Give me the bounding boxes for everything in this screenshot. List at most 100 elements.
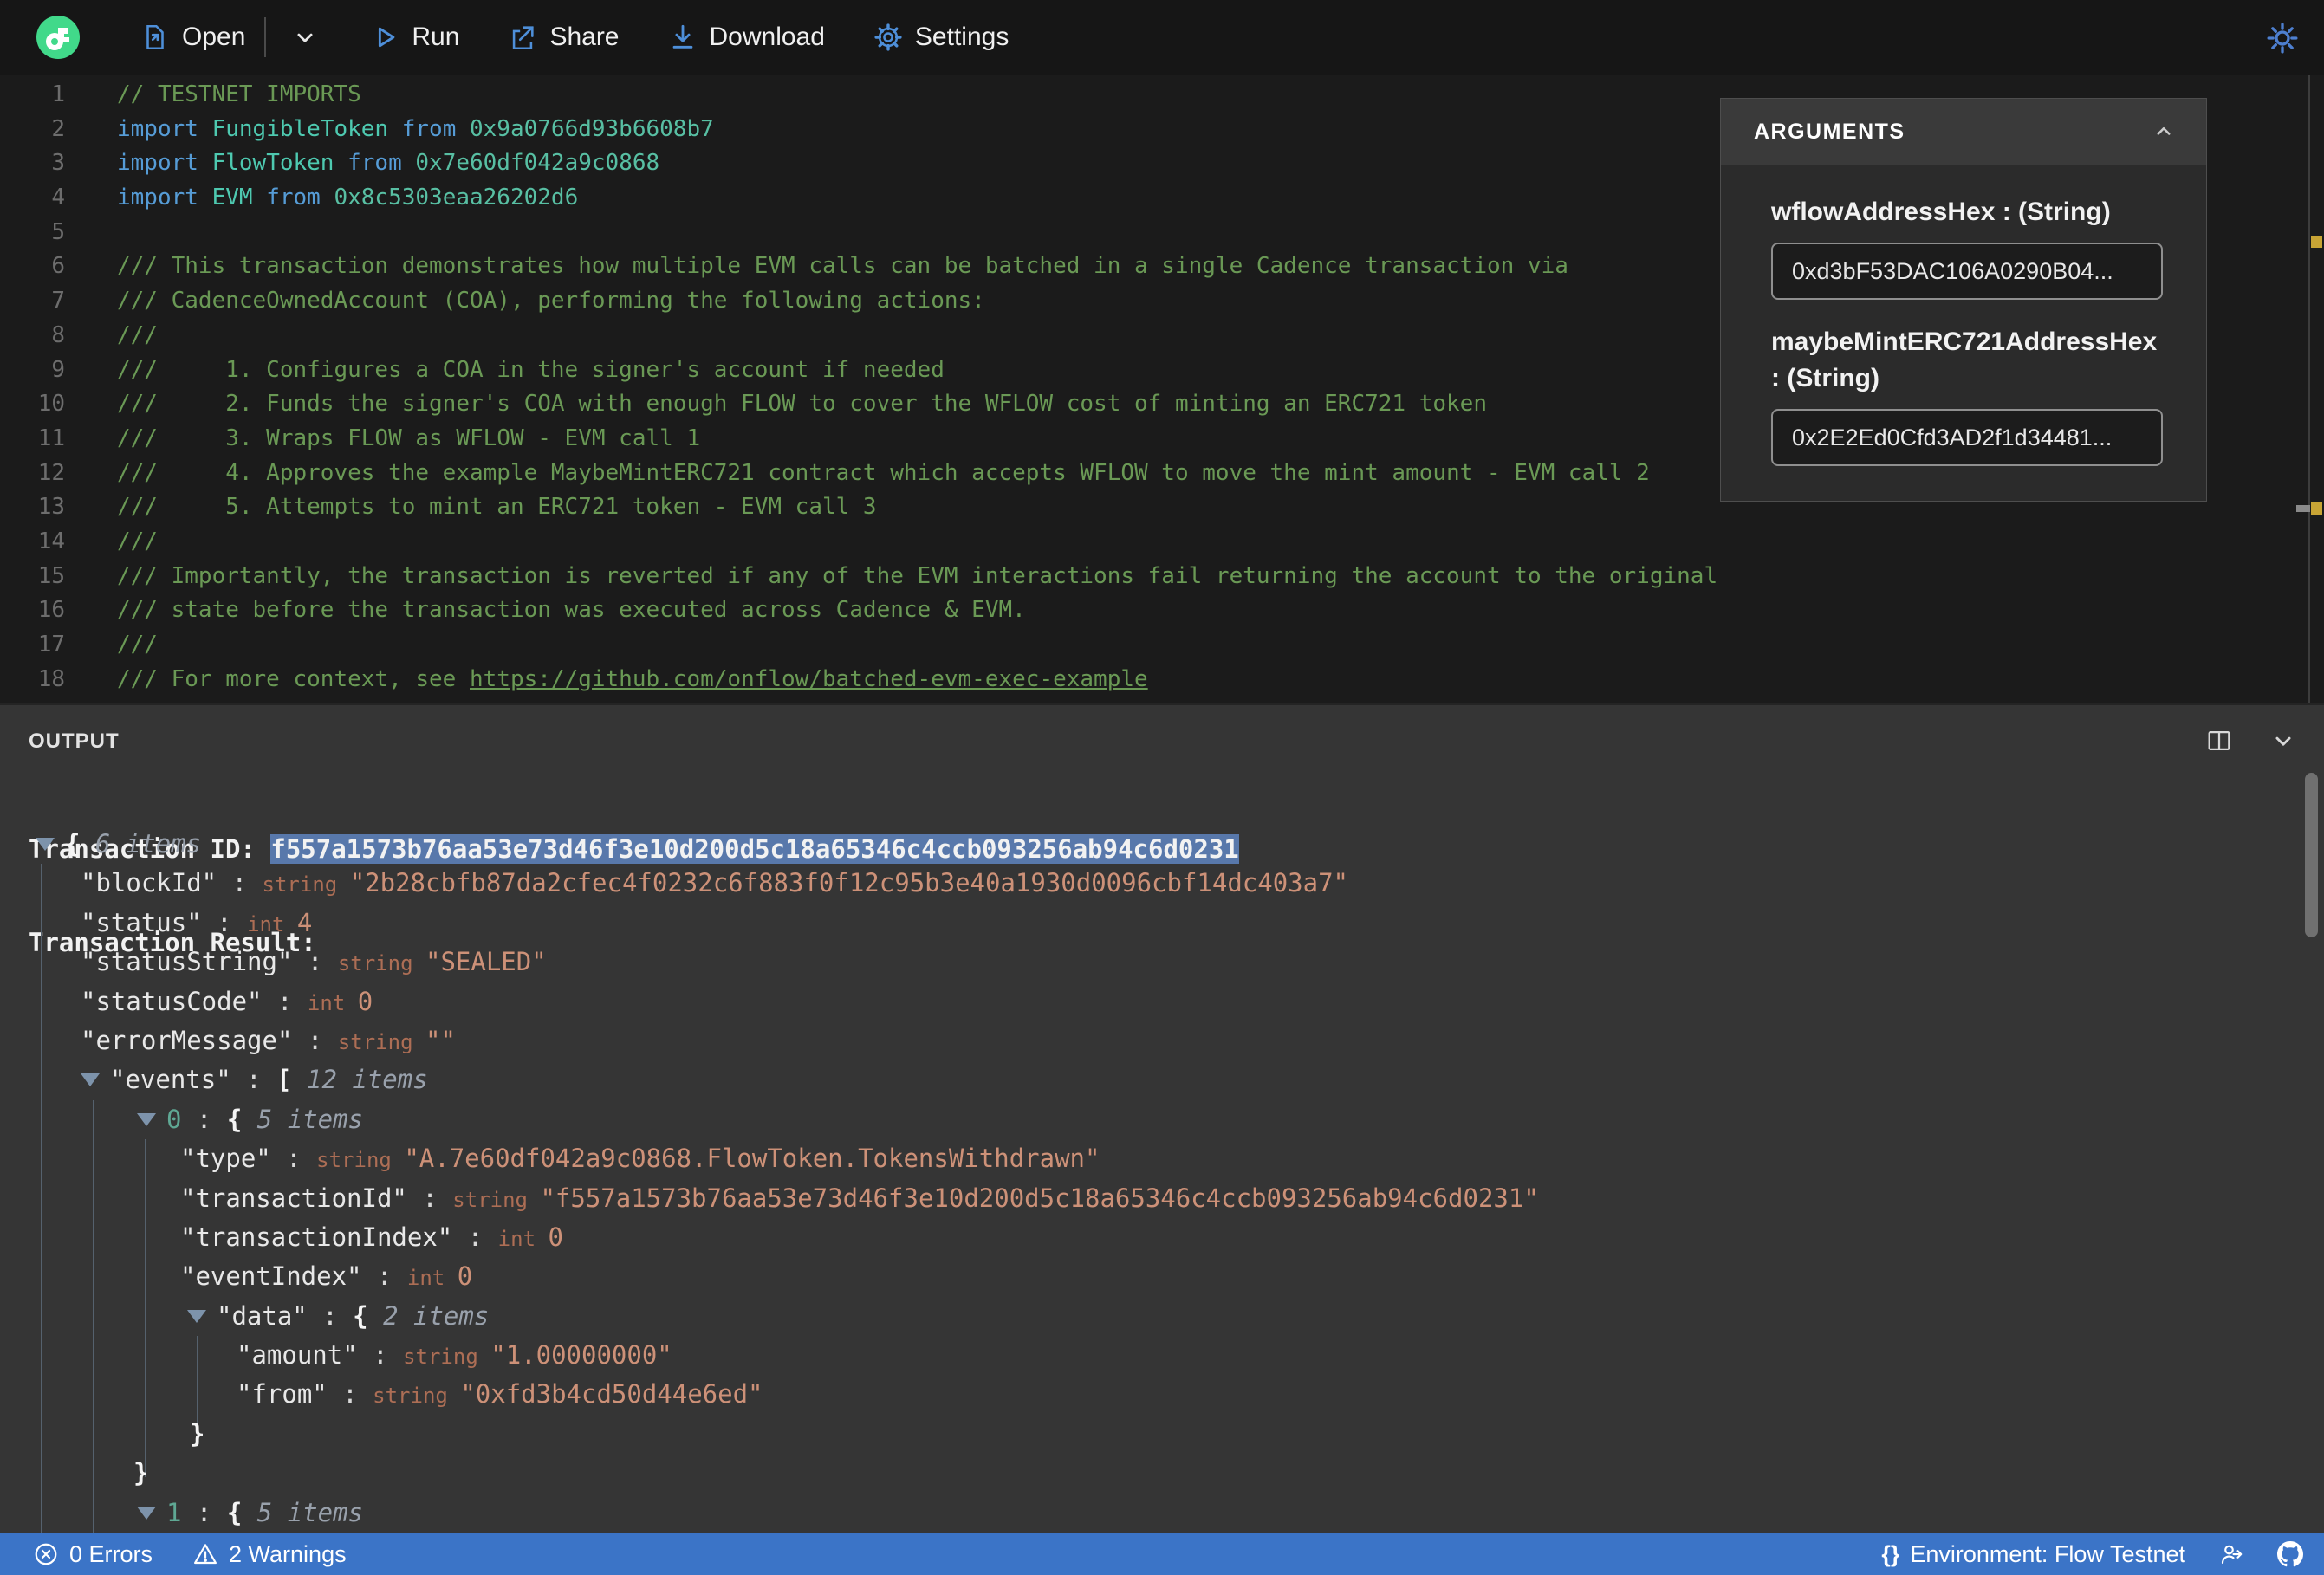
output-scrollbar-thumb[interactable] xyxy=(2305,773,2318,937)
json-key: "errorMessage" xyxy=(81,1025,293,1055)
code-token: import xyxy=(117,150,212,177)
collapse-output-chevron-icon[interactable] xyxy=(2269,726,2298,755)
json-type-label: string xyxy=(337,1029,425,1054)
code-line: 15 /// Importantly, the transaction is re… xyxy=(0,560,2305,594)
line-number: 7 xyxy=(51,288,65,314)
status-bar: 0 Errors 2 Warnings {} Environment: Flow… xyxy=(0,1533,2324,1575)
code-link[interactable]: https://github.com/onflow/batched-evm-ex… xyxy=(470,666,1148,692)
argument-input-wflowAddressHex[interactable] xyxy=(1771,243,2163,300)
errors-status[interactable]: 0 Errors xyxy=(33,1541,153,1568)
share-button[interactable]: Share xyxy=(508,23,620,52)
output-panel: OUTPUT Transaction ID: f557a1573b76aa53e… xyxy=(0,703,2324,1533)
json-brace: [ xyxy=(276,1065,307,1095)
download-icon xyxy=(672,24,692,49)
json-type-label: int xyxy=(247,911,297,937)
json-value: "0xfd3b4cd50d44e6ed" xyxy=(460,1379,763,1410)
json-value: 0 xyxy=(357,986,373,1016)
line-number: 1 xyxy=(51,81,65,107)
json-value: 0 xyxy=(457,1261,473,1292)
toolbar: Open Run Share Download Settings xyxy=(0,0,2324,75)
line-number: 18 xyxy=(37,665,65,692)
open-button[interactable]: Open xyxy=(140,23,245,52)
run-button[interactable]: Run xyxy=(370,23,459,52)
expand-toggle-icon[interactable] xyxy=(137,1112,156,1126)
theme-toggle-sun-icon[interactable] xyxy=(2265,21,2300,55)
line-number: 3 xyxy=(51,150,65,177)
expand-toggle-icon[interactable] xyxy=(187,1309,206,1323)
open-menu-chevron[interactable] xyxy=(275,23,335,52)
environment-status[interactable]: {} Environment: Flow Testnet xyxy=(1881,1541,2185,1568)
flow-logo[interactable] xyxy=(36,16,80,59)
json-key: "transactionIndex" xyxy=(180,1222,453,1252)
json-value: "" xyxy=(425,1025,456,1055)
tree-row: "events" : [ 12 items xyxy=(0,1060,2288,1099)
items-count: 2 items xyxy=(383,1300,490,1331)
flow-playground-window: Open Run Share Download Settings 1 // TE… xyxy=(0,0,2324,1575)
tree-row: "status" : int 4 xyxy=(0,904,2288,943)
warning-marker xyxy=(2311,236,2322,248)
warnings-label: 2 Warnings xyxy=(229,1540,347,1567)
json-type-label: int xyxy=(307,990,358,1015)
json-punct: : xyxy=(307,1300,354,1331)
items-count: 12 items xyxy=(307,1065,428,1095)
share-label: Share xyxy=(549,23,620,51)
result-json-tree: { 6 items "blockId" : string "2b28cbfb87d… xyxy=(0,825,2288,1533)
json-type-label: string xyxy=(403,1345,491,1370)
tree-row: "blockId" : string "2b28cbfb87da2cfec4f0… xyxy=(0,864,2288,903)
line-number: 2 xyxy=(51,115,65,142)
json-key: "statusString" xyxy=(81,947,293,977)
tree-row: "from" : string "0xfd3b4cd50d44e6ed" xyxy=(0,1375,2288,1414)
code-line: 16 /// state before the transaction was e… xyxy=(0,593,2305,628)
download-label: Download xyxy=(709,23,825,51)
json-value: "2b28cbfb87da2cfec4f0232c6f883f0f12c95b3… xyxy=(349,868,1349,898)
argument-input-maybeMintERC721AddressHex[interactable] xyxy=(1771,409,2163,466)
arguments-panel-header[interactable]: ARGUMENTS xyxy=(1721,99,2206,165)
code-token: 0x9a0766d93b6608b7 xyxy=(470,115,714,142)
code-token: 0x7e60df042a9c0868 xyxy=(415,150,660,177)
feedback-person-icon[interactable] xyxy=(2218,1541,2244,1567)
line-number: 6 xyxy=(51,253,65,280)
open-label: Open xyxy=(182,23,246,51)
share-icon xyxy=(513,26,535,50)
json-key: "amount" xyxy=(237,1340,358,1371)
warnings-status[interactable]: 2 Warnings xyxy=(192,1541,347,1568)
json-value: 4 xyxy=(296,907,313,937)
json-punct: : xyxy=(292,947,338,977)
json-punct: : xyxy=(270,1144,317,1174)
github-icon[interactable] xyxy=(2277,1541,2303,1567)
code-token: /// For more context, see xyxy=(117,665,470,692)
tree-row: "statusCode" : int 0 xyxy=(0,982,2288,1021)
expand-toggle-icon[interactable] xyxy=(81,1073,100,1087)
chevron-up-icon[interactable] xyxy=(2151,119,2177,145)
expand-toggle-icon[interactable] xyxy=(36,838,55,851)
tree-row: "type" : string "A.7e60df042a9c0868.Flow… xyxy=(0,1139,2288,1178)
expand-toggle-icon[interactable] xyxy=(137,1506,156,1520)
download-button[interactable]: Download xyxy=(668,23,825,52)
code-token: /// CadenceOwnedAccount (COA), performin… xyxy=(117,288,985,314)
code-token: 0x8c5303eaa26202d6 xyxy=(334,185,579,211)
json-punct: : xyxy=(217,868,263,898)
argument-label: maybeMintERC721AddressHex : (String) xyxy=(1771,327,2158,392)
line-number: 11 xyxy=(37,425,65,451)
json-punct: : xyxy=(357,1340,404,1371)
json-punct: : xyxy=(201,907,248,937)
code-token: FungibleToken xyxy=(211,115,389,142)
settings-button[interactable]: Settings xyxy=(873,23,1009,52)
warning-marker xyxy=(2311,502,2322,515)
tree-row: "transactionId" : string "f557a1573b76aa… xyxy=(0,1179,2288,1218)
code-token: FlowToken xyxy=(211,150,334,177)
json-type-label: string xyxy=(262,872,350,898)
split-view-icon[interactable] xyxy=(2204,726,2234,755)
code-token: /// 2. Funds the signer's COA with enoug… xyxy=(117,391,1487,418)
code-line: 14 /// xyxy=(0,525,2305,560)
toolbar-separator xyxy=(264,17,267,57)
tree-row: "errorMessage" : string "" xyxy=(0,1021,2288,1060)
settings-label: Settings xyxy=(914,23,1009,51)
json-value: "A.7e60df042a9c0868.FlowToken.TokensWith… xyxy=(404,1144,1100,1174)
code-line: 17 /// xyxy=(0,628,2305,663)
json-type-label: int xyxy=(406,1266,458,1291)
line-number: 4 xyxy=(51,185,65,211)
code-token: import xyxy=(117,185,212,211)
code-token: from xyxy=(252,185,334,211)
code-token: /// This transaction demonstrates how mu… xyxy=(117,253,1568,280)
